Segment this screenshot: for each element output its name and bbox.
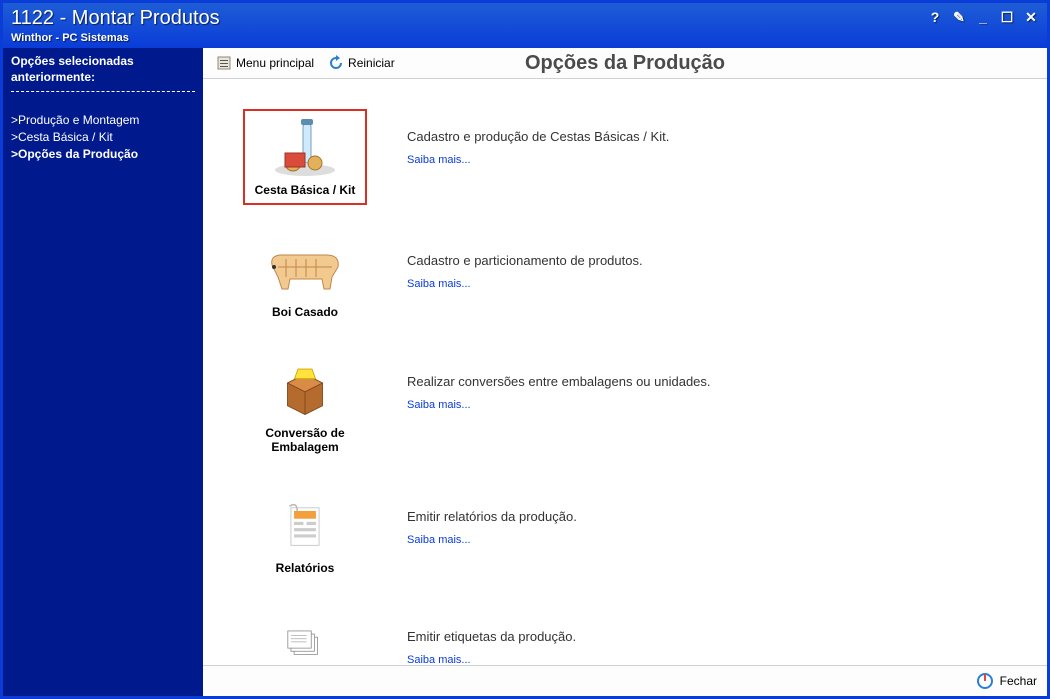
sidebar-header: Opções selecionadas anteriormente: bbox=[11, 54, 195, 92]
titlebar-left: 1122 - Montar Produtos Winthor - PC Sist… bbox=[11, 7, 220, 44]
saiba-link-embalagem[interactable]: Saiba mais... bbox=[407, 399, 471, 411]
window-title: 1122 - Montar Produtos bbox=[11, 7, 220, 30]
titlebar: 1122 - Montar Produtos Winthor - PC Sist… bbox=[3, 3, 1047, 48]
minimize-icon[interactable]: _ bbox=[975, 9, 991, 25]
option-tile-etiquetas[interactable]: Etiquetas bbox=[243, 609, 367, 665]
desc-text-boi: Cadastro e particionamento de produtos. bbox=[407, 253, 1017, 268]
etiquetas-icon bbox=[245, 613, 365, 665]
option-tile-cesta[interactable]: Cesta Básica / Kit bbox=[243, 109, 367, 205]
window-subtitle: Winthor - PC Sistemas bbox=[11, 32, 220, 44]
relatorios-icon bbox=[245, 493, 365, 557]
edit-icon[interactable]: ✎ bbox=[951, 9, 967, 25]
sidebar-item-cesta[interactable]: >Cesta Básica / Kit bbox=[11, 129, 195, 146]
saiba-link-etiquetas[interactable]: Saiba mais... bbox=[407, 654, 471, 665]
option-row-boi: Boi Casado Cadastro e particionamento de… bbox=[243, 233, 1027, 325]
app-window: 1122 - Montar Produtos Winthor - PC Sist… bbox=[0, 0, 1050, 699]
embalagem-icon bbox=[245, 358, 365, 422]
sidebar: Opções selecionadas anteriormente: >Prod… bbox=[3, 48, 203, 696]
boi-icon bbox=[245, 237, 365, 301]
main-panel: Menu principal Reiniciar Opções da Produ… bbox=[203, 48, 1047, 696]
body-area: Opções selecionadas anteriormente: >Prod… bbox=[3, 48, 1047, 696]
option-row-etiquetas: Etiquetas Emitir etiquetas da produção. … bbox=[243, 609, 1027, 665]
sidebar-item-producao[interactable]: >Produção e Montagem bbox=[11, 112, 195, 129]
menu-icon bbox=[216, 55, 232, 71]
option-desc-boi: Cadastro e particionamento de produtos. … bbox=[367, 233, 1027, 290]
fechar-label: Fechar bbox=[1000, 674, 1037, 688]
menu-principal-label: Menu principal bbox=[236, 56, 314, 70]
footer-bar: Fechar bbox=[203, 665, 1047, 696]
option-tile-embalagem[interactable]: Conversão de Embalagem bbox=[243, 354, 367, 461]
option-desc-cesta: Cadastro e produção de Cestas Básicas / … bbox=[367, 109, 1027, 166]
sidebar-item-opcoes[interactable]: >Opções da Produção bbox=[11, 146, 195, 163]
reiniciar-label: Reiniciar bbox=[348, 56, 395, 70]
option-label-cesta: Cesta Básica / Kit bbox=[247, 183, 363, 197]
option-desc-relatorios: Emitir relatórios da produção. Saiba mai… bbox=[367, 489, 1027, 546]
reload-icon bbox=[328, 55, 344, 71]
saiba-link-boi[interactable]: Saiba mais... bbox=[407, 278, 471, 290]
menu-principal-button[interactable]: Menu principal bbox=[209, 52, 321, 74]
desc-text-etiquetas: Emitir etiquetas da produção. bbox=[407, 629, 1017, 644]
window-controls: ? ✎ _ ☐ ✕ bbox=[927, 7, 1039, 25]
toolbar: Menu principal Reiniciar Opções da Produ… bbox=[203, 48, 1047, 79]
close-icon[interactable]: ✕ bbox=[1023, 9, 1039, 25]
desc-text-cesta: Cadastro e produção de Cestas Básicas / … bbox=[407, 129, 1017, 144]
option-row-cesta: Cesta Básica / Kit Cadastro e produção d… bbox=[243, 109, 1027, 205]
option-row-embalagem: Conversão de Embalagem Realizar conversõ… bbox=[243, 354, 1027, 461]
saiba-link-cesta[interactable]: Saiba mais... bbox=[407, 154, 471, 166]
desc-text-relatorios: Emitir relatórios da produção. bbox=[407, 509, 1017, 524]
option-label-relatorios: Relatórios bbox=[245, 561, 365, 575]
option-label-embalagem: Conversão de Embalagem bbox=[245, 426, 365, 455]
desc-text-embalagem: Realizar conversões entre embalagens ou … bbox=[407, 374, 1017, 389]
page-title: Opções da Produção bbox=[525, 52, 725, 75]
help-icon[interactable]: ? bbox=[927, 9, 943, 25]
option-desc-embalagem: Realizar conversões entre embalagens ou … bbox=[367, 354, 1027, 411]
content-area: Cesta Básica / Kit Cadastro e produção d… bbox=[203, 79, 1047, 665]
power-icon bbox=[976, 672, 994, 690]
cesta-icon bbox=[247, 115, 363, 179]
option-label-boi: Boi Casado bbox=[245, 305, 365, 319]
saiba-link-relatorios[interactable]: Saiba mais... bbox=[407, 534, 471, 546]
option-tile-boi[interactable]: Boi Casado bbox=[243, 233, 367, 325]
reiniciar-button[interactable]: Reiniciar bbox=[321, 52, 402, 74]
fechar-button[interactable]: Fechar bbox=[976, 672, 1037, 690]
option-desc-etiquetas: Emitir etiquetas da produção. Saiba mais… bbox=[367, 609, 1027, 665]
option-row-relatorios: Relatórios Emitir relatórios da produção… bbox=[243, 489, 1027, 581]
option-tile-relatorios[interactable]: Relatórios bbox=[243, 489, 367, 581]
maximize-icon[interactable]: ☐ bbox=[999, 9, 1015, 25]
